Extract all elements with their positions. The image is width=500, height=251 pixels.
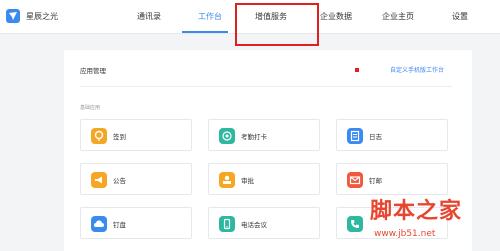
nav-contacts[interactable]: 通讯录 — [137, 11, 161, 22]
mail-icon — [347, 172, 363, 188]
section-title: 应用管理 — [80, 67, 106, 75]
phone-icon — [219, 216, 235, 232]
app-card-announcement[interactable]: 公告 — [80, 163, 192, 195]
company-name[interactable]: 星辰之光 — [26, 11, 58, 22]
nav-settings[interactable]: 设置 — [452, 11, 468, 22]
app-label: 审批 — [241, 177, 254, 185]
phone-call-icon — [347, 216, 363, 232]
nav-enterprise-homepage[interactable]: 企业主页 — [382, 11, 414, 22]
fingerprint-icon — [219, 128, 235, 144]
app-label: 钉邮 — [369, 177, 382, 185]
nav-workbench[interactable]: 工作台 — [198, 11, 222, 22]
annotation-red-marker — [355, 68, 359, 72]
app-label: 签到 — [113, 133, 126, 141]
app-card-conference-call[interactable]: 电话会议 — [208, 207, 320, 239]
app-card-checkin[interactable]: 签到 — [80, 119, 192, 151]
stamp-icon — [219, 172, 235, 188]
nav-active-indicator — [182, 31, 228, 33]
annotation-highlight-box — [235, 3, 319, 46]
app-label: 考勤打卡 — [241, 133, 267, 141]
section-divider — [80, 86, 452, 87]
app-card-log[interactable]: 日志 — [336, 119, 448, 151]
cloud-icon — [91, 216, 107, 232]
watermark-url: www.jb51.net — [374, 229, 436, 239]
customize-mobile-workbench-link[interactable]: 自定义手机版工作台 — [390, 65, 444, 74]
app-label: 公告 — [113, 177, 126, 185]
site-watermark: 脚本之家 www.jb51.net — [366, 189, 500, 251]
watermark-title: 脚本之家 — [370, 198, 463, 224]
nav-enterprise-data[interactable]: 企业数据 — [320, 11, 352, 22]
app-label: 钉盘 — [113, 221, 126, 229]
location-pin-icon — [91, 128, 107, 144]
app-label: 日志 — [369, 133, 382, 141]
megaphone-icon — [91, 172, 107, 188]
document-icon — [347, 128, 363, 144]
app-card-attendance[interactable]: 考勤打卡 — [208, 119, 320, 151]
subsection-title: 基础应用 — [80, 105, 101, 111]
app-label: 电话会议 — [241, 221, 267, 229]
app-card-approval[interactable]: 审批 — [208, 163, 320, 195]
app-logo-icon — [6, 9, 20, 23]
app-card-cloud-drive[interactable]: 钉盘 — [80, 207, 192, 239]
